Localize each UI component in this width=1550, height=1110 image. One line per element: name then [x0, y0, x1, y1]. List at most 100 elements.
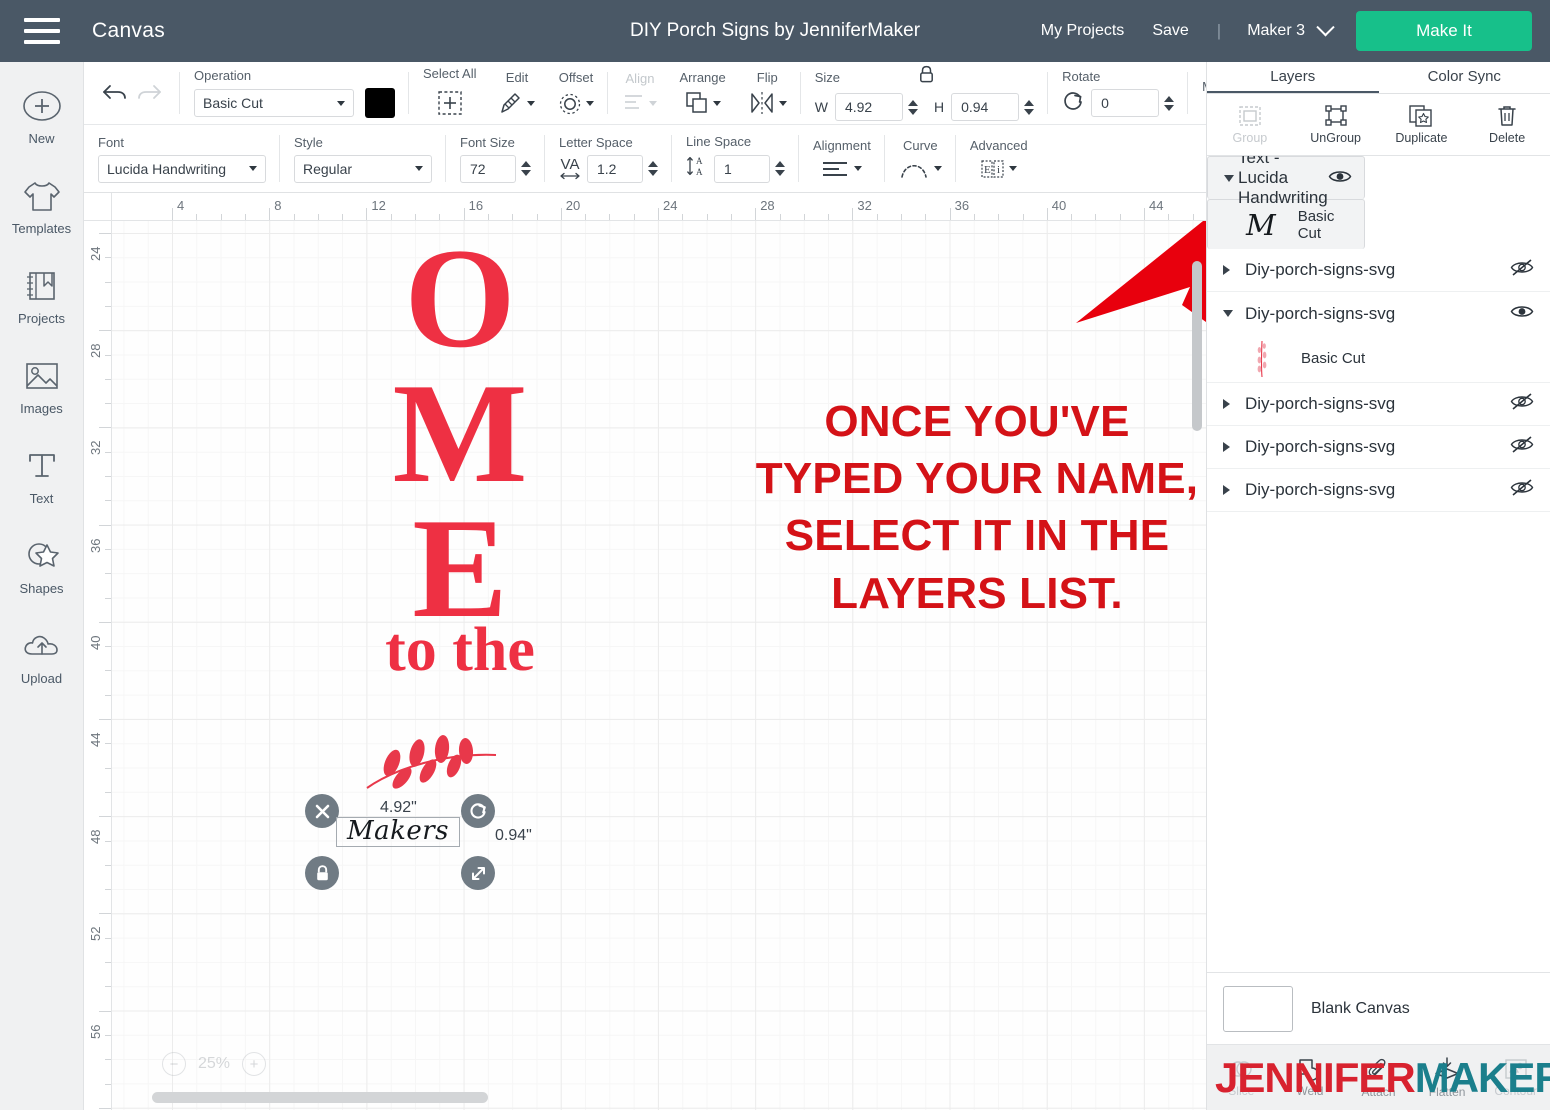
sidebar-item-projects[interactable]: Projects [0, 264, 84, 326]
layer-child-basic-cut-2[interactable]: Basic Cut [1207, 335, 1550, 383]
layer-row-svg-2[interactable]: Diy-porch-signs-svg [1207, 292, 1550, 335]
rotate-group: Rotate 0 [1048, 62, 1189, 124]
ungroup-button[interactable]: UnGroup [1293, 94, 1379, 155]
advanced-label: Advanced [969, 137, 1028, 153]
weld-button[interactable]: Weld [1276, 1057, 1345, 1098]
font-size-stepper[interactable] [521, 161, 531, 176]
delete-button[interactable]: Delete [1464, 94, 1550, 155]
blank-canvas-row[interactable]: Blank Canvas [1207, 972, 1550, 1044]
contour-label: Contour [1494, 1084, 1538, 1098]
expand-arrow-icon[interactable] [1223, 485, 1241, 495]
arrange-menu[interactable] [684, 90, 722, 116]
canvas-color-swatch[interactable] [1223, 985, 1293, 1032]
history-group [84, 62, 180, 124]
sidebar-item-upload[interactable]: Upload [0, 624, 84, 686]
visibility-eye-off-icon[interactable] [1510, 258, 1534, 282]
font-size-input[interactable]: 72 [460, 154, 516, 183]
sidebar-item-shapes[interactable]: Shapes [0, 534, 84, 596]
zoom-in-button[interactable]: + [242, 1052, 267, 1076]
ruler-h-label: 16 [468, 198, 484, 213]
layer-row-svg-1[interactable]: Diy-porch-signs-svg [1207, 249, 1550, 292]
advanced-menu[interactable]: Ei [980, 158, 1018, 180]
leaf-branch-graphic[interactable] [362, 733, 502, 793]
layer-row-svg-5[interactable]: Diy-porch-signs-svg [1207, 469, 1550, 512]
vertical-scrollbar[interactable] [1192, 261, 1202, 431]
height-input[interactable]: 0.94 [951, 93, 1020, 121]
my-projects-link[interactable]: My Projects [1041, 22, 1125, 40]
font-select[interactable]: Lucida Handwriting [98, 154, 266, 183]
layer-row-svg-3[interactable]: Diy-porch-signs-svg [1207, 383, 1550, 426]
horizontal-scrollbar[interactable] [152, 1092, 488, 1103]
ruler-h-label: 8 [274, 198, 282, 213]
design-text-to-the[interactable]: to the [340, 619, 580, 681]
letter-space-stepper[interactable] [648, 161, 658, 176]
width-input[interactable]: 4.92 [834, 93, 903, 121]
resize-handle-icon[interactable] [461, 856, 495, 890]
expand-arrow-icon[interactable] [1223, 399, 1241, 409]
line-space-input[interactable]: 1 [714, 154, 770, 183]
height-stepper[interactable] [1024, 99, 1035, 115]
rotate-handle-icon[interactable] [461, 794, 495, 828]
save-button[interactable]: Save [1152, 22, 1188, 40]
hamburger-menu-icon[interactable] [24, 18, 60, 44]
layer-row-text[interactable]: Text - Lucida Handwriting [1207, 156, 1365, 207]
canvas-label[interactable]: Canvas [92, 19, 165, 43]
flip-menu[interactable] [748, 90, 787, 116]
sidebar-item-images[interactable]: Images [0, 354, 84, 416]
sidebar-item-templates[interactable]: Templates [0, 174, 84, 236]
ruler-minor-tick [105, 670, 111, 672]
make-it-button[interactable]: Make It [1356, 11, 1532, 51]
alignment-menu[interactable] [821, 158, 863, 180]
design-letter-o[interactable]: O [360, 227, 560, 370]
line-space-stepper[interactable] [775, 161, 785, 176]
sidebar-item-text[interactable]: Text [0, 444, 84, 506]
offset-menu[interactable] [557, 90, 595, 116]
curve-menu[interactable] [899, 158, 942, 180]
collapse-arrow-icon[interactable] [1224, 174, 1234, 182]
visibility-eye-off-icon[interactable] [1510, 392, 1534, 416]
sidebar-item-new[interactable]: New [0, 84, 84, 146]
expand-arrow-icon[interactable] [1223, 442, 1241, 452]
collapse-arrow-icon[interactable] [1223, 310, 1241, 317]
layers-list[interactable]: Text - Lucida Handwriting M Basic Cut Di… [1207, 156, 1550, 972]
selection-height-label: 0.94" [495, 827, 532, 844]
layer-row-svg-4[interactable]: Diy-porch-signs-svg [1207, 426, 1550, 469]
visibility-eye-icon[interactable] [1328, 168, 1352, 188]
attach-button[interactable]: Attach [1344, 1056, 1413, 1099]
layer-name: Diy-porch-signs-svg [1245, 260, 1396, 279]
tab-layers[interactable]: Layers [1207, 62, 1379, 93]
layer-name: Text - Lucida Handwriting [1238, 156, 1328, 207]
undo-icon[interactable] [98, 76, 132, 110]
zoom-out-button[interactable]: − [162, 1052, 186, 1076]
sidebar-label: Text [29, 491, 54, 506]
operation-select[interactable]: Basic Cut [194, 89, 354, 117]
design-letter-m[interactable]: M [360, 362, 560, 505]
visibility-eye-off-icon[interactable] [1510, 478, 1534, 502]
width-stepper[interactable] [907, 99, 918, 115]
lock-handle-icon[interactable] [305, 856, 339, 890]
flatten-button[interactable]: Flatten [1413, 1056, 1482, 1099]
lock-closed-icon[interactable] [918, 65, 935, 89]
vertical-ruler: 24283236404448525660 [84, 221, 112, 1110]
machine-selector[interactable]: Maker 3 [1247, 17, 1335, 40]
visibility-eye-icon[interactable] [1510, 303, 1534, 325]
tab-color-sync[interactable]: Color Sync [1379, 62, 1550, 93]
duplicate-button[interactable]: Duplicate [1379, 94, 1465, 155]
style-select[interactable]: Regular [294, 154, 432, 183]
rotate-stepper[interactable] [1164, 95, 1175, 111]
rotate-input[interactable]: 0 [1091, 89, 1160, 117]
select-all-icon[interactable] [433, 86, 467, 120]
delete-handle-icon[interactable] [305, 794, 339, 828]
operation-color-swatch[interactable] [365, 88, 395, 118]
design-grid[interactable]: O M E to the ONCE YOU'VE TYPED YOUR NAME… [112, 221, 1206, 1110]
edit-menu[interactable] [498, 90, 536, 116]
canvas-area[interactable]: 48121620242832364044 2428323640444852566… [84, 193, 1206, 1110]
visibility-eye-off-icon[interactable] [1510, 435, 1534, 459]
expand-arrow-icon[interactable] [1223, 265, 1241, 275]
layer-thumbnail-m: M [1246, 208, 1276, 242]
attach-label: Attach [1361, 1085, 1396, 1099]
ruler-minor-tick [105, 694, 111, 696]
ungroup-letters-icon: Ei [981, 159, 1004, 178]
selected-text-makers[interactable]: Makers [336, 815, 460, 847]
letter-space-input[interactable]: 1.2 [587, 154, 643, 183]
